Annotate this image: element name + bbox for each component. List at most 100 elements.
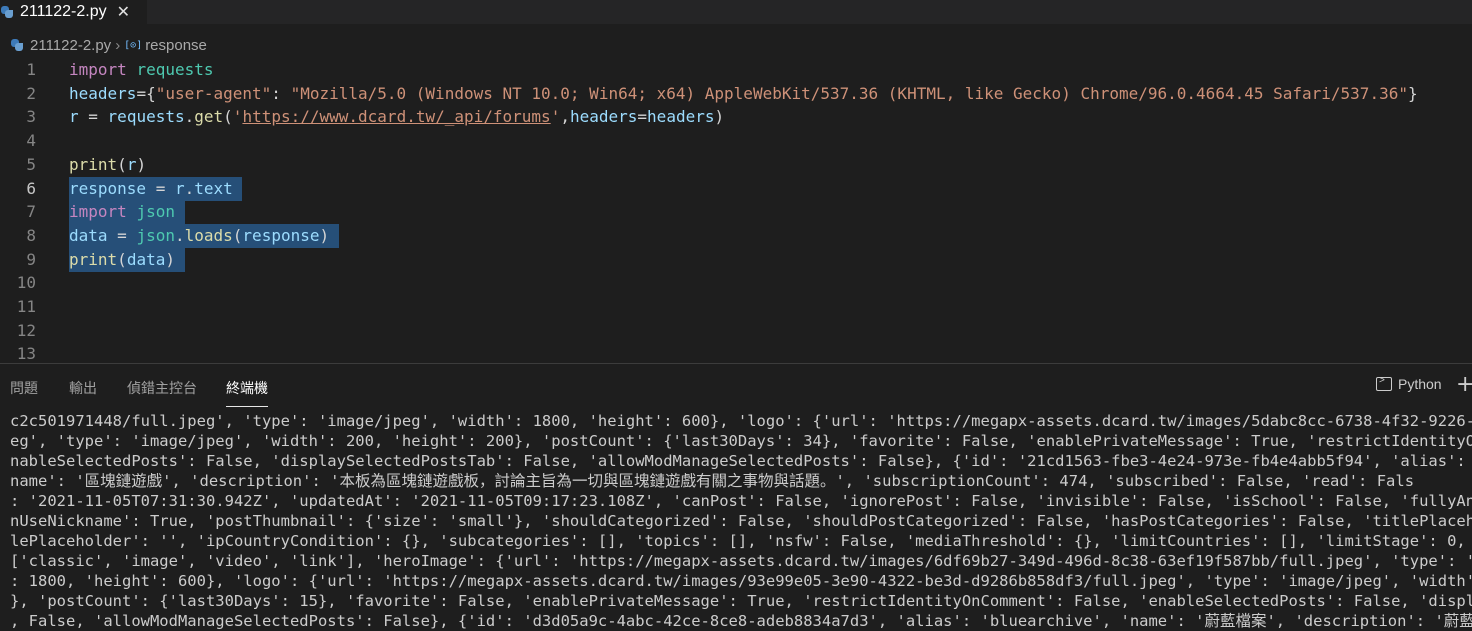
code-token: json xyxy=(136,225,175,245)
code-text: print(data) xyxy=(69,247,185,272)
terminal-line: , False, 'allowModManageSelectedPosts': … xyxy=(10,612,1472,630)
code-token: ( xyxy=(232,225,243,245)
code-token: headers xyxy=(647,107,715,127)
code-token: ) xyxy=(136,154,147,174)
line-number: 10 xyxy=(16,273,36,293)
code-token: r xyxy=(174,178,185,198)
code-token: = xyxy=(107,225,137,245)
code-token: import xyxy=(69,60,127,79)
code-token: requests xyxy=(107,107,185,127)
editor-tab-bar: 211122-2.py ✕ xyxy=(0,0,1472,24)
line-number: 1 xyxy=(26,60,36,79)
code-token: response xyxy=(69,178,147,198)
code-line[interactable]: 3 r = requests.get('https://www.dcard.tw/… xyxy=(0,105,1472,129)
breadcrumb: 211122-2.py › [⊙] response xyxy=(10,35,207,55)
variable-symbol-icon: [⊙] xyxy=(124,39,143,51)
new-terminal-plus-icon[interactable]: + xyxy=(1456,372,1472,397)
code-token: : xyxy=(271,83,291,103)
terminal-line: ['classic', 'image', 'video', 'link'], '… xyxy=(10,552,1472,570)
code-text: import json xyxy=(69,200,185,225)
breadcrumb-symbol[interactable]: response xyxy=(145,37,207,54)
tab-debug-console[interactable]: 偵錯主控台 xyxy=(127,378,197,398)
tab-filename: 211122-2.py xyxy=(20,3,107,20)
line-number: 12 xyxy=(16,320,36,340)
breadcrumb-file[interactable]: 211122-2.py xyxy=(30,37,111,54)
code-token: . xyxy=(184,178,195,198)
line-number: 7 xyxy=(26,202,36,222)
code-token: r xyxy=(126,154,137,174)
code-line[interactable]: 13 xyxy=(0,342,1472,363)
code-line[interactable]: 12 xyxy=(0,319,1472,343)
terminal-profile-label: Python xyxy=(1398,376,1442,392)
code-token: json xyxy=(136,202,175,222)
code-line[interactable]: 1 import requests xyxy=(0,58,1472,82)
line-number: 2 xyxy=(26,83,36,103)
code-line[interactable]: 7 import json xyxy=(0,200,1472,225)
chevron-right-icon: › xyxy=(115,36,121,54)
code-token: ) xyxy=(165,249,175,269)
code-token: ) xyxy=(319,225,330,245)
code-text: data = json.loads(response) xyxy=(69,223,339,248)
code-line[interactable]: 9 print(data) xyxy=(0,247,1472,272)
tab-terminal[interactable]: 終端機 xyxy=(226,378,268,398)
code-line[interactable]: 11 xyxy=(0,295,1472,319)
code-token: import xyxy=(69,202,127,222)
code-token: . xyxy=(174,225,185,245)
active-tab-indicator xyxy=(226,406,268,407)
code-editor[interactable]: 1 import requests 2 headers={"user-agent": … xyxy=(0,58,1472,363)
line-number: 5 xyxy=(26,154,36,174)
line-number: 9 xyxy=(26,249,36,269)
code-token: "Mozilla/5.0 (Windows NT 10.0; Win64; x6… xyxy=(290,83,1408,103)
code-text: response = r.text xyxy=(69,176,243,201)
bottom-panel: 問題 輸出 偵錯主控台 終端機 Python + c2c501971448/fu… xyxy=(0,363,1472,630)
terminal-output[interactable]: c2c501971448/full.jpeg', 'type': 'image/… xyxy=(10,411,1472,631)
tab-output[interactable]: 輸出 xyxy=(69,378,97,398)
code-line[interactable]: 5 print(r) xyxy=(0,153,1472,177)
terminal-line: c2c501971448/full.jpeg', 'type': 'image/… xyxy=(10,412,1472,430)
line-number: 6 xyxy=(26,178,36,198)
code-token: requests xyxy=(136,60,214,79)
code-token: "user-agent" xyxy=(155,83,272,103)
terminal-icon xyxy=(1376,375,1392,391)
terminal-line: }, 'postCount': {'last30Days': 15}, 'fav… xyxy=(10,592,1472,610)
python-file-icon xyxy=(0,5,14,19)
code-token: print xyxy=(69,249,118,269)
tab-problems[interactable]: 問題 xyxy=(10,378,38,398)
line-number: 3 xyxy=(26,107,36,127)
code-line[interactable]: 2 headers={"user-agent": "Mozilla/5.0 (Wi… xyxy=(0,82,1472,106)
code-token: ( xyxy=(223,107,233,127)
code-token: ) xyxy=(714,107,725,127)
editor-tab-active[interactable]: 211122-2.py ✕ xyxy=(0,0,147,24)
code-token: headers xyxy=(69,83,137,103)
code-token: r xyxy=(69,107,79,127)
code-line[interactable]: 8 data = json.loads(response) xyxy=(0,223,1472,248)
code-token: data xyxy=(126,249,166,269)
line-number: 11 xyxy=(16,297,36,316)
code-token: = xyxy=(637,107,648,127)
code-line[interactable]: 10 xyxy=(0,271,1472,295)
code-token: , xyxy=(560,107,570,127)
code-token: ={ xyxy=(136,83,156,103)
code-token: loads xyxy=(184,225,233,245)
terminal-line: nableSelectedPosts': False, 'displaySele… xyxy=(10,452,1472,470)
code-text: print(r) xyxy=(69,153,146,177)
code-text: headers={"user-agent": "Mozilla/5.0 (Win… xyxy=(69,82,1418,106)
code-text: r = requests.get('https://www.dcard.tw/_… xyxy=(69,105,724,129)
python-file-icon xyxy=(10,38,24,52)
code-line[interactable]: 4 xyxy=(0,129,1472,153)
close-icon[interactable]: ✕ xyxy=(117,2,130,22)
terminal-line: lePlaceholder': '', 'ipCountryCondition'… xyxy=(10,532,1472,550)
code-text: import requests xyxy=(69,58,214,82)
code-token: } xyxy=(1407,83,1418,103)
code-token: = xyxy=(78,107,108,127)
code-line[interactable]: 6 response = r.text xyxy=(0,176,1472,201)
code-token: headers xyxy=(569,107,638,127)
line-number: 4 xyxy=(26,131,36,151)
code-token: data xyxy=(69,225,108,245)
code-token: . xyxy=(184,107,195,127)
terminal-profile-selector[interactable]: Python xyxy=(1376,375,1442,392)
